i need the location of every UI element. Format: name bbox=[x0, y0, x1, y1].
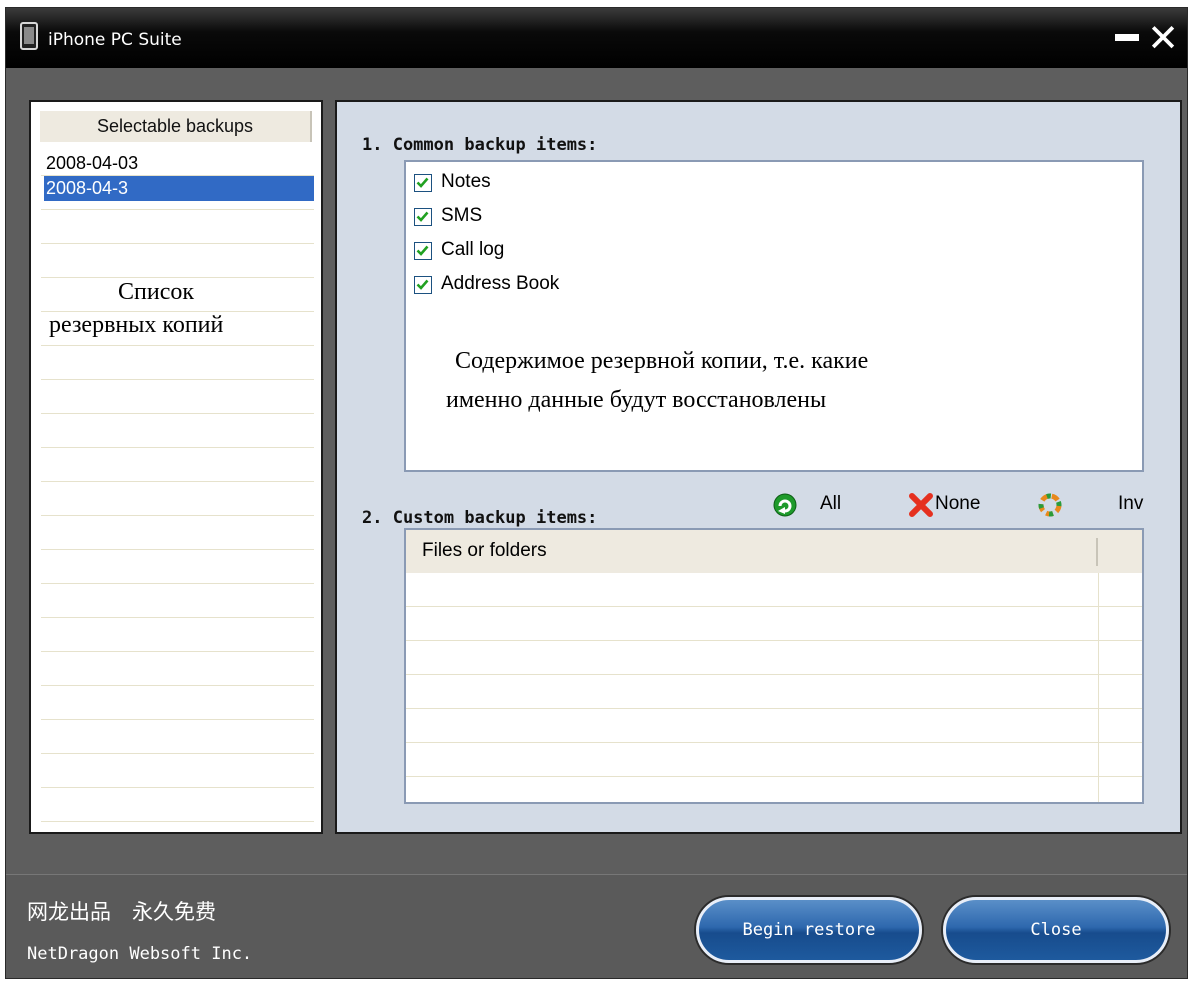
footer-bar: 网龙出品 永久免费 NetDragon Websoft Inc. Begin r… bbox=[6, 874, 1187, 978]
invert-selection-icon[interactable] bbox=[1037, 492, 1063, 518]
select-none-icon[interactable] bbox=[908, 492, 934, 518]
column-divider[interactable] bbox=[1096, 538, 1098, 566]
select-all-icon[interactable] bbox=[772, 492, 798, 518]
common-items-title: 1. Common backup items: bbox=[362, 135, 598, 155]
footer-slogan: 网龙出品 永久免费 bbox=[27, 900, 216, 924]
checkbox[interactable] bbox=[414, 276, 432, 294]
column-grid-line bbox=[1098, 573, 1099, 802]
checkbox[interactable] bbox=[414, 208, 432, 226]
annotation-backup-list-line1: Список bbox=[118, 279, 195, 305]
backup-list-item-selected[interactable]: 2008-04-3 bbox=[44, 176, 314, 201]
select-none-label[interactable]: None bbox=[935, 493, 980, 515]
checkbox[interactable] bbox=[414, 242, 432, 260]
app-window: iPhone PC Suite ✕ Selectable backups 200… bbox=[5, 7, 1188, 979]
checkbox[interactable] bbox=[414, 174, 432, 192]
backups-column-header[interactable]: Selectable backups bbox=[40, 111, 312, 142]
phone-icon bbox=[20, 22, 38, 50]
window-title: iPhone PC Suite bbox=[48, 30, 182, 50]
common-item-label: Address Book bbox=[441, 273, 560, 294]
backup-list-item[interactable]: 2008-04-03 bbox=[44, 151, 314, 176]
annotation-backup-list-line2: резервных копий bbox=[49, 312, 224, 338]
custom-items-title: 2. Custom backup items: bbox=[362, 508, 598, 528]
files-column-header[interactable]: Files or folders bbox=[406, 530, 1142, 574]
files-column-header-label: Files or folders bbox=[422, 540, 547, 561]
begin-restore-button[interactable]: Begin restore bbox=[696, 897, 922, 963]
custom-items-rows[interactable] bbox=[406, 573, 1142, 802]
backups-list-panel: Selectable backups 2008-04-03 2008-04-3 … bbox=[29, 100, 323, 834]
title-bar[interactable]: iPhone PC Suite ✕ bbox=[6, 8, 1187, 68]
common-item-label: SMS bbox=[441, 205, 483, 226]
common-item-label: Call log bbox=[441, 239, 505, 260]
footer-company: NetDragon Websoft Inc. bbox=[27, 944, 253, 964]
annotation-contents-line1: Содержимое резервной копии, т.е. какие bbox=[455, 348, 869, 374]
select-all-label[interactable]: All bbox=[820, 493, 841, 515]
backup-items-panel: 1. Common backup items: Notes SMS Call l… bbox=[335, 100, 1182, 834]
minimize-button[interactable] bbox=[1115, 34, 1139, 41]
common-item-label: Notes bbox=[441, 171, 491, 192]
common-items-list: Notes SMS Call log Address Book Содержим… bbox=[404, 160, 1144, 472]
annotation-contents-line2: именно данные будут восстановлены bbox=[446, 387, 827, 413]
backups-list[interactable] bbox=[41, 142, 314, 832]
close-button[interactable]: Close bbox=[943, 897, 1169, 963]
custom-items-table: Files or folders bbox=[404, 528, 1144, 804]
close-window-button[interactable]: ✕ bbox=[1147, 16, 1179, 60]
invert-selection-label[interactable]: Inv bbox=[1118, 493, 1143, 515]
